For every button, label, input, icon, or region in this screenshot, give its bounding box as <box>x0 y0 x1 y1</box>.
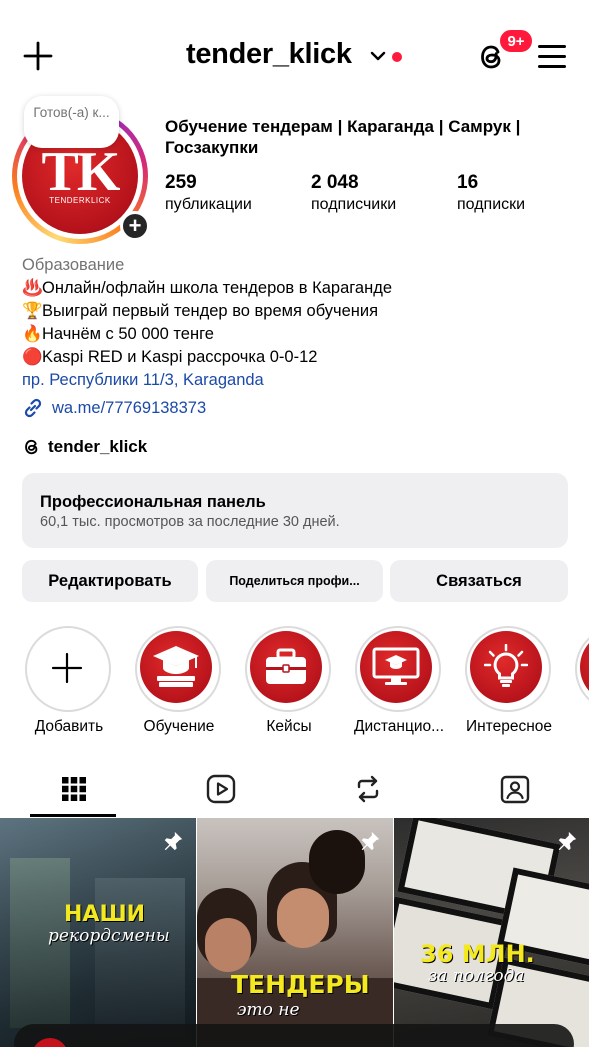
stat-label: подписки <box>457 196 526 213</box>
bio-line: 🏆Выиграй первый тендер во время обучения <box>22 300 582 323</box>
stat-followers[interactable]: 2 048 подписчики <box>311 172 396 216</box>
share-profile-button[interactable]: Поделиться профи... <box>206 560 383 602</box>
address-link[interactable]: пр. Республики 11/3, Karaganda <box>22 369 582 392</box>
post-tile[interactable]: ТЕНДЕРЫ это не <box>197 818 393 1047</box>
menu-icon[interactable] <box>538 44 566 68</box>
trophy-emoji: 🏆 <box>22 302 43 320</box>
post-tile[interactable]: НАШИ рекордсмены <box>0 818 196 1047</box>
content-tabs <box>0 760 589 818</box>
bio-line-text: Начнём с 50 000 тенге <box>42 325 214 343</box>
red-circle-emoji: 🔴 <box>22 348 43 366</box>
bio-line-text: Онлайн/офлайн школа тендеров в Караганде <box>42 279 393 297</box>
briefcase-icon <box>266 648 306 684</box>
avatar-logo-sub: TENDERKLICK <box>49 196 111 205</box>
link-text[interactable]: wa.me/77769138373 <box>52 399 206 418</box>
bio-line-text: Kaspi RED и Kaspi рассрочка 0-0-12 <box>42 348 318 366</box>
bio-line-text: Выиграй первый тендер во время обучения <box>42 302 379 320</box>
contact-button[interactable]: Связаться <box>390 560 568 602</box>
tab-tagged[interactable] <box>441 760 588 818</box>
post-subheadline: за полгода <box>428 966 525 986</box>
professional-dashboard[interactable]: Профессиональная панель 60,1 тыс. просмо… <box>22 473 568 548</box>
note-bubble[interactable]: Готов(-а) к... <box>24 96 119 148</box>
pro-panel-subtitle: 60,1 тыс. просмотров за последние 30 дне… <box>40 514 340 530</box>
pro-panel-title: Профессиональная панель <box>40 493 266 511</box>
stat-label: публикации <box>165 196 252 213</box>
link-icon <box>24 398 42 418</box>
hot-springs-emoji: ♨️ <box>22 279 43 297</box>
highlight-interesting[interactable]: Интересное <box>465 626 553 746</box>
stat-value: 16 <box>457 172 479 193</box>
highlight-label: Добавить <box>34 718 104 735</box>
post-tile[interactable]: 36 МЛН. за полгода <box>394 818 589 1047</box>
pin-icon <box>361 831 380 851</box>
stat-label: подписчики <box>311 196 397 213</box>
edit-profile-button[interactable]: Редактировать <box>22 560 198 602</box>
threads-small-icon <box>25 439 38 455</box>
highlight-label: Обучение <box>143 718 215 735</box>
username-switcher[interactable]: tender_klick <box>186 38 352 71</box>
highlight-partial[interactable] <box>575 626 589 746</box>
plus-icon <box>51 652 83 684</box>
profile-name: Обучение тендерам | Караганда | Самрук |… <box>165 117 521 157</box>
bio-line: 🔥Начнём с 50 000 тенге <box>22 323 582 346</box>
post-background-shape <box>205 918 251 972</box>
bio-line: 🔴Kaspi RED и Kaspi рассрочка 0-0-12 <box>22 346 582 369</box>
notification-badge[interactable]: 9+ <box>498 28 534 54</box>
posts-grid: НАШИ рекордсмены ТЕНДЕРЫ это не 36 МЛН. … <box>0 818 589 1047</box>
active-tab-indicator <box>30 814 116 817</box>
bio-line: ♨️Онлайн/офлайн школа тендеров в Караган… <box>22 277 582 300</box>
repost-icon <box>357 775 378 803</box>
post-headline: ТЕНДЕРЫ <box>231 970 370 999</box>
post-subheadline: рекордсмены <box>48 926 170 946</box>
chevron-down-icon[interactable] <box>370 50 386 62</box>
tagged-icon <box>500 775 529 804</box>
highlight-label: Интересное <box>465 718 553 735</box>
lightbulb-icon <box>484 644 528 687</box>
highlight-label: Дистанцио... <box>353 718 445 735</box>
pin-icon <box>164 831 183 851</box>
bottom-overlay-bar[interactable] <box>0 1024 589 1047</box>
stat-value: 2 048 <box>311 172 359 193</box>
tab-reposts[interactable] <box>294 760 441 818</box>
tab-grid[interactable] <box>0 760 147 818</box>
fire-emoji: 🔥 <box>22 325 43 343</box>
threads-handle[interactable]: tender_klick <box>48 437 147 457</box>
top-bar: tender_klick 9+ <box>0 0 589 110</box>
avatar-logo: TK <box>41 141 121 203</box>
stat-value: 259 <box>165 172 197 193</box>
stat-posts[interactable]: 259 публикации <box>165 172 252 216</box>
unread-dot <box>392 52 402 62</box>
bio: Образование ♨️Онлайн/офлайн школа тендер… <box>22 254 582 392</box>
reels-icon <box>206 774 235 804</box>
graduation-cap-icon <box>153 646 199 687</box>
post-background-shape <box>309 830 365 894</box>
grid-icon <box>61 777 86 801</box>
create-plus-icon[interactable] <box>22 40 54 72</box>
highlight-label: Кейсы <box>266 718 312 735</box>
highlight-cases[interactable]: Кейсы <box>245 626 333 746</box>
post-headline: НАШИ <box>64 902 146 927</box>
highlight-education[interactable]: Обучение <box>135 626 223 746</box>
post-headline: 36 МЛН. <box>420 940 535 968</box>
highlight-distance[interactable]: Дистанцио... <box>354 626 444 746</box>
highlight-add[interactable]: Добавить <box>25 626 113 746</box>
post-subheadline: это не <box>237 1000 300 1020</box>
pin-icon <box>558 831 577 851</box>
tab-reels[interactable] <box>147 760 294 818</box>
monitor-icon <box>372 647 420 685</box>
stat-following[interactable]: 16 подписки <box>457 172 525 216</box>
category-label: Образование <box>22 256 125 274</box>
add-story-button[interactable]: + <box>120 211 150 241</box>
external-link[interactable]: wa.me/77769138373 <box>22 396 206 420</box>
threads-profile-link[interactable]: tender_klick <box>22 435 147 459</box>
post-background-shape <box>277 888 329 948</box>
